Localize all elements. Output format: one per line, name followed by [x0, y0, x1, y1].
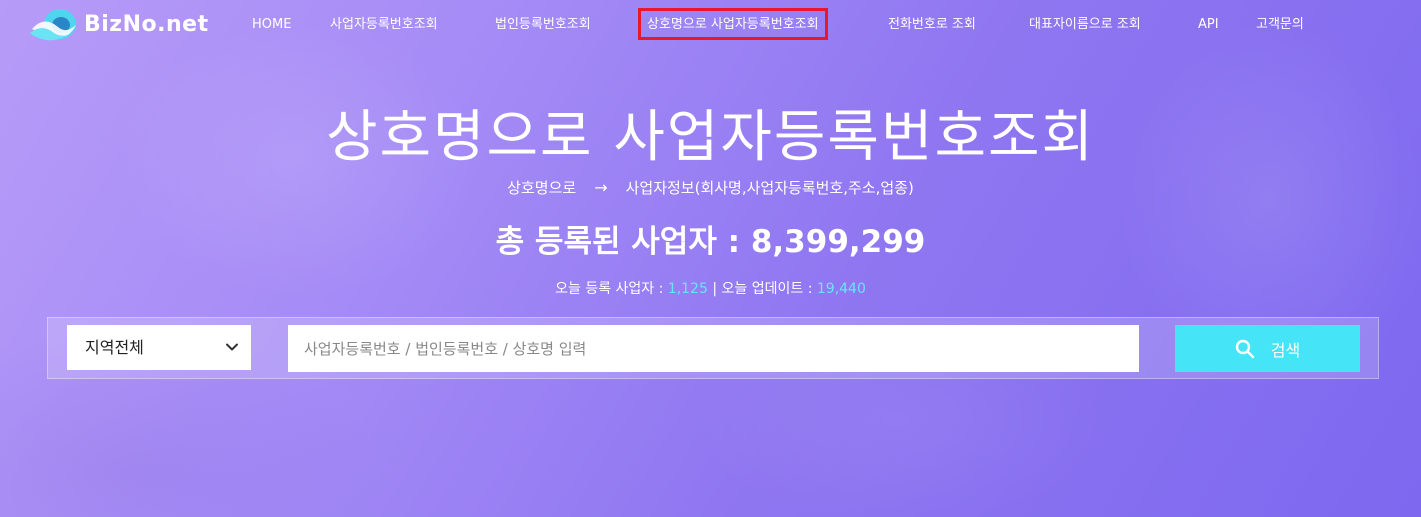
arrow-right-icon: →	[594, 178, 608, 197]
nav-item-phone-search[interactable]: 전화번호로 조회	[888, 14, 976, 36]
hero-subtitle: 상호명으로 → 사업자정보(회사명,사업자등록번호,주소,업종)	[0, 177, 1421, 198]
region-select[interactable]: 지역전체	[67, 325, 251, 370]
today-registered-value: 1,125	[667, 281, 708, 297]
search-icon	[1235, 339, 1255, 358]
nav-item-api[interactable]: API	[1198, 14, 1219, 36]
today-stats: 오늘 등록 사업자 : 1,125 | 오늘 업데이트 : 19,440	[0, 278, 1421, 298]
nav-item-business-number[interactable]: 사업자등록번호조회	[330, 14, 438, 36]
stats-separator: |	[707, 281, 722, 297]
search-button[interactable]: 검색	[1175, 325, 1360, 372]
nav-item-corporate-number[interactable]: 법인등록번호조회	[495, 14, 591, 36]
brand-name: BizNo.net	[84, 11, 209, 37]
nav-item-contact[interactable]: 고객문의	[1256, 14, 1304, 36]
chevron-down-icon	[226, 343, 238, 351]
search-input[interactable]	[288, 325, 1139, 372]
today-updated-label: 오늘 업데이트 :	[721, 281, 817, 297]
logo[interactable]: BizNo.net	[30, 6, 209, 42]
today-updated-value: 19,440	[816, 281, 866, 297]
subtitle-to: 사업자정보(회사명,사업자등록번호,주소,업종)	[625, 179, 914, 197]
search-bar: 지역전체 검색	[47, 317, 1379, 379]
search-button-label: 검색	[1270, 340, 1301, 360]
total-registered-count: 총 등록된 사업자 : 8,399,299	[495, 224, 926, 260]
nav-item-home[interactable]: HOME	[252, 14, 291, 36]
page-title: 상호명으로 사업자등록번호조회	[325, 105, 1096, 170]
today-registered-label: 오늘 등록 사업자 :	[555, 281, 668, 297]
subtitle-from: 상호명으로	[507, 179, 577, 197]
wave-logo-icon	[30, 9, 76, 41]
region-select-value: 지역전체	[85, 338, 144, 357]
header: BizNo.net HOME 사업자등록번호조회 법인등록번호조회 상호명으로 …	[0, 0, 1421, 48]
nav-item-representative-search[interactable]: 대표자이름으로 조회	[1029, 14, 1141, 36]
nav-item-company-name-search[interactable]: 상호명으로 사업자등록번호조회	[638, 8, 828, 40]
